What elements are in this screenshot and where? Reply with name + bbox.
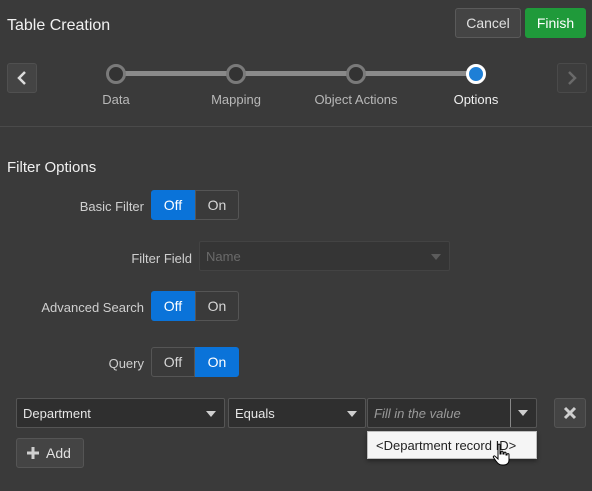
advanced-search-label: Advanced Search [41, 300, 144, 315]
wizard-step-marker-mapping[interactable] [226, 64, 246, 84]
advanced-search-off-option[interactable]: Off [151, 291, 195, 321]
chevron-left-icon [17, 71, 26, 85]
wizard-step-marker-data[interactable] [106, 64, 126, 84]
chevron-down-icon [431, 254, 441, 260]
plus-icon [27, 447, 39, 459]
wizard-step-label-data[interactable]: Data [56, 92, 176, 107]
divider [0, 126, 592, 127]
wizard-step-marker-options[interactable] [466, 64, 486, 84]
query-operator-value: Equals [235, 405, 275, 421]
query-off-option[interactable]: Off [151, 347, 195, 377]
query-operator-select[interactable]: Equals [228, 398, 366, 428]
query-value-input[interactable]: Fill in the value [367, 398, 537, 428]
finish-button[interactable]: Finish [525, 8, 586, 38]
add-button-label: Add [46, 445, 71, 461]
wizard-progress-track [116, 71, 476, 76]
wizard-step-marker-object-actions[interactable] [346, 64, 366, 84]
delete-condition-button[interactable] [554, 398, 586, 428]
add-condition-button[interactable]: Add [16, 438, 84, 468]
section-title: Filter Options [7, 159, 97, 176]
basic-filter-off-option[interactable]: Off [151, 190, 195, 220]
wizard-step-label-mapping[interactable]: Mapping [176, 92, 296, 107]
basic-filter-toggle: Off On [151, 190, 239, 220]
advanced-search-on-option[interactable]: On [195, 291, 239, 321]
query-field-value: Department [23, 405, 91, 421]
query-label: Query [108, 356, 144, 371]
query-field-select[interactable]: Department [16, 398, 225, 428]
query-value-dropdown-button[interactable] [510, 399, 536, 427]
advanced-search-toggle: Off On [151, 291, 239, 321]
chevron-down-icon [206, 411, 216, 417]
chevron-down-icon [347, 411, 357, 417]
filter-field-value: Name [206, 248, 241, 264]
query-on-option[interactable]: On [195, 347, 239, 377]
wizard-step-label-options[interactable]: Options [416, 92, 536, 107]
chevron-down-icon [518, 410, 528, 416]
query-value-placeholder: Fill in the value [374, 405, 461, 421]
chevron-right-icon [568, 71, 577, 85]
close-icon [563, 406, 577, 420]
page-title: Table Creation [7, 17, 111, 34]
basic-filter-label: Basic Filter [79, 199, 144, 214]
basic-filter-on-option[interactable]: On [195, 190, 239, 220]
cancel-button[interactable]: Cancel [455, 8, 521, 38]
hand-pointer-icon [492, 443, 510, 466]
previous-step-button[interactable] [7, 63, 37, 93]
wizard-step-label-object-actions[interactable]: Object Actions [296, 92, 416, 107]
filter-field-label: Filter Field [131, 251, 192, 266]
filter-field-select: Name [199, 241, 450, 271]
next-step-button[interactable] [557, 63, 587, 93]
query-toggle: Off On [151, 347, 239, 377]
